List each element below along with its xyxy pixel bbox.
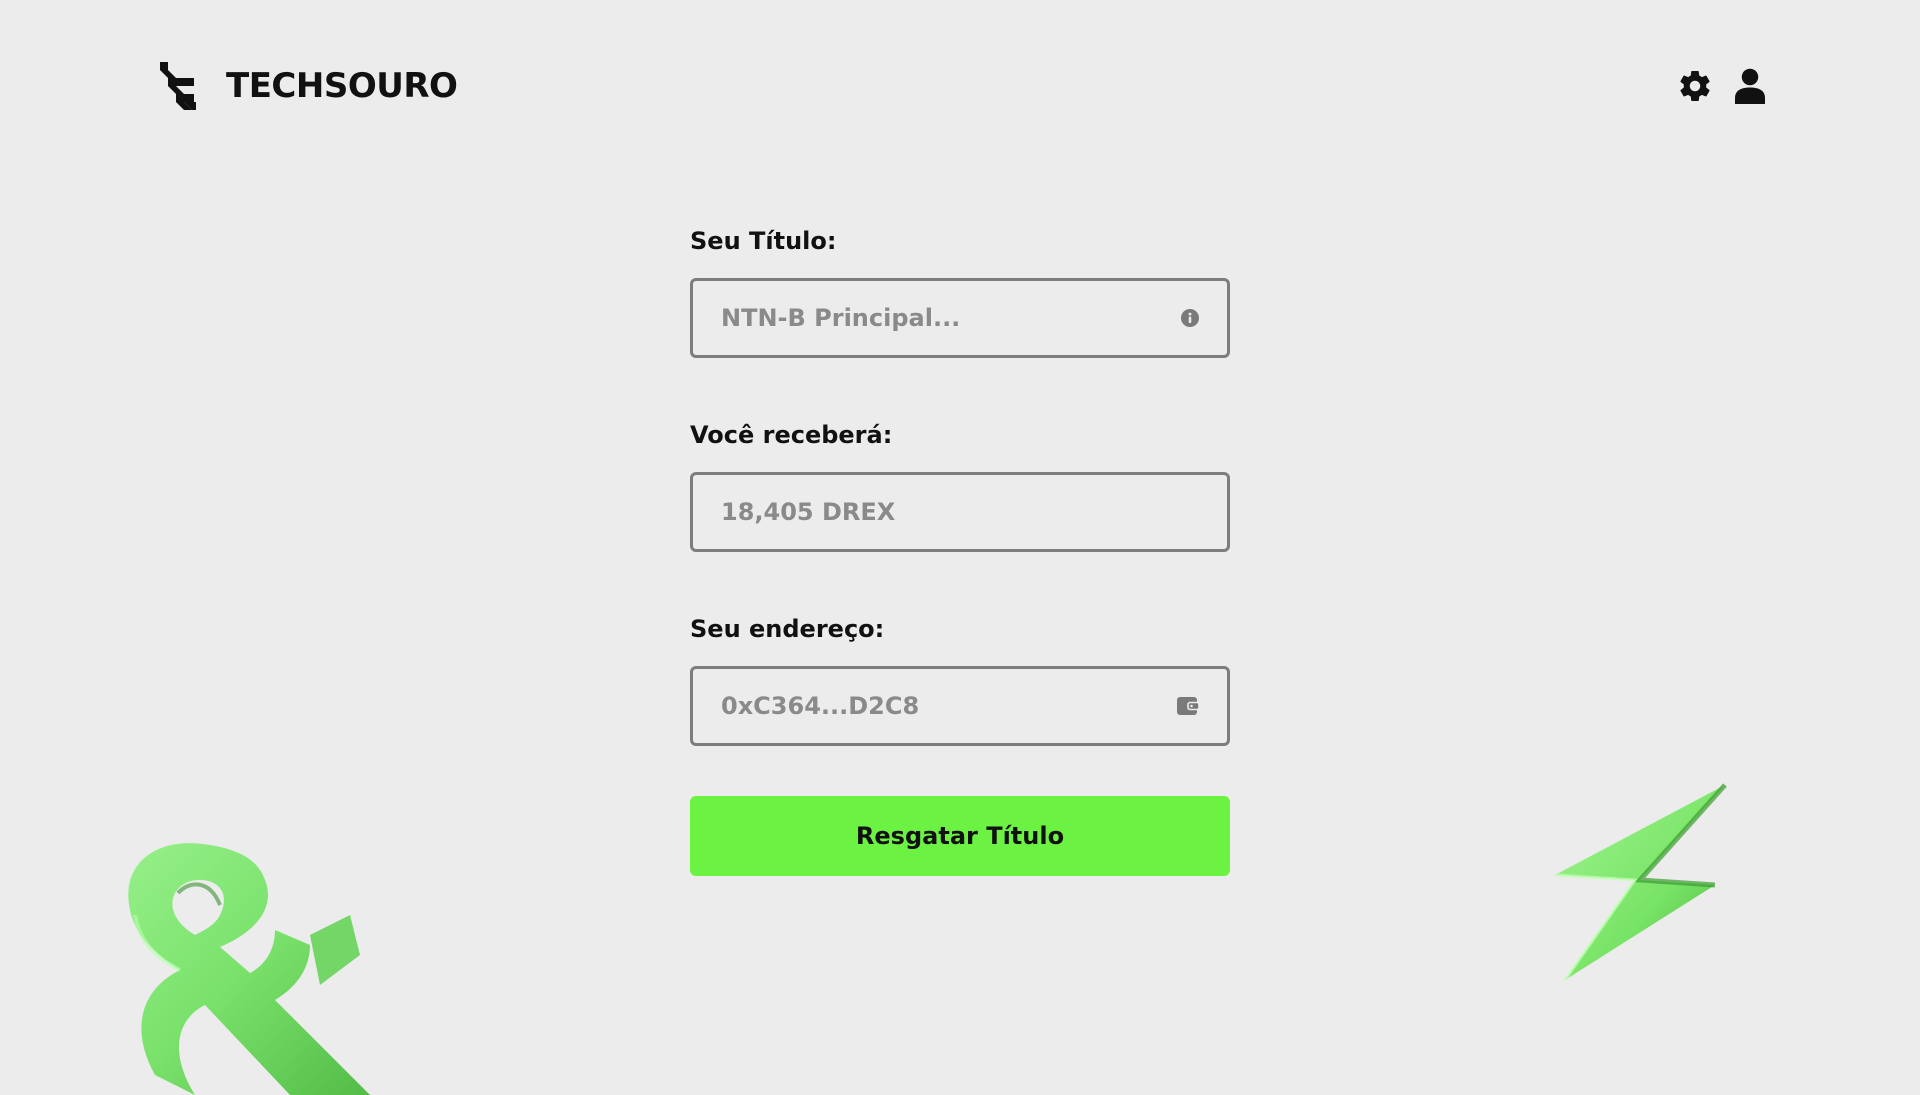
wallet-icon — [1177, 697, 1199, 715]
wallet-address-input[interactable] — [693, 669, 1227, 743]
receive-field-box — [690, 472, 1230, 552]
title-input[interactable] — [693, 281, 1227, 355]
receive-field-label: Você receberá: — [690, 421, 893, 449]
wallet-button[interactable] — [1177, 697, 1199, 715]
title-field-box — [690, 278, 1230, 358]
address-field-box — [690, 666, 1230, 746]
info-icon — [1181, 309, 1199, 327]
brand-name: TECHSOURO — [226, 66, 458, 106]
brand[interactable]: TECHSOURO — [158, 62, 458, 110]
redeem-form: Seu Título: Você receberá: Seu endereço:… — [690, 222, 1230, 876]
title-field-label: Seu Título: — [690, 227, 837, 255]
title-info-button[interactable] — [1181, 309, 1199, 327]
redeem-title-button[interactable]: Resgatar Título — [690, 796, 1230, 876]
profile-button[interactable] — [1735, 68, 1765, 104]
address-field-label: Seu endereço: — [690, 615, 885, 643]
ampersand-decoration — [128, 843, 370, 1095]
user-icon — [1735, 68, 1765, 104]
lightning-bolt-decoration — [1554, 783, 1727, 981]
techsouro-logo-icon — [160, 62, 196, 110]
settings-button[interactable] — [1677, 68, 1713, 104]
receive-amount-input[interactable] — [693, 475, 1227, 549]
header-actions — [1677, 68, 1765, 104]
gear-icon — [1680, 71, 1710, 101]
